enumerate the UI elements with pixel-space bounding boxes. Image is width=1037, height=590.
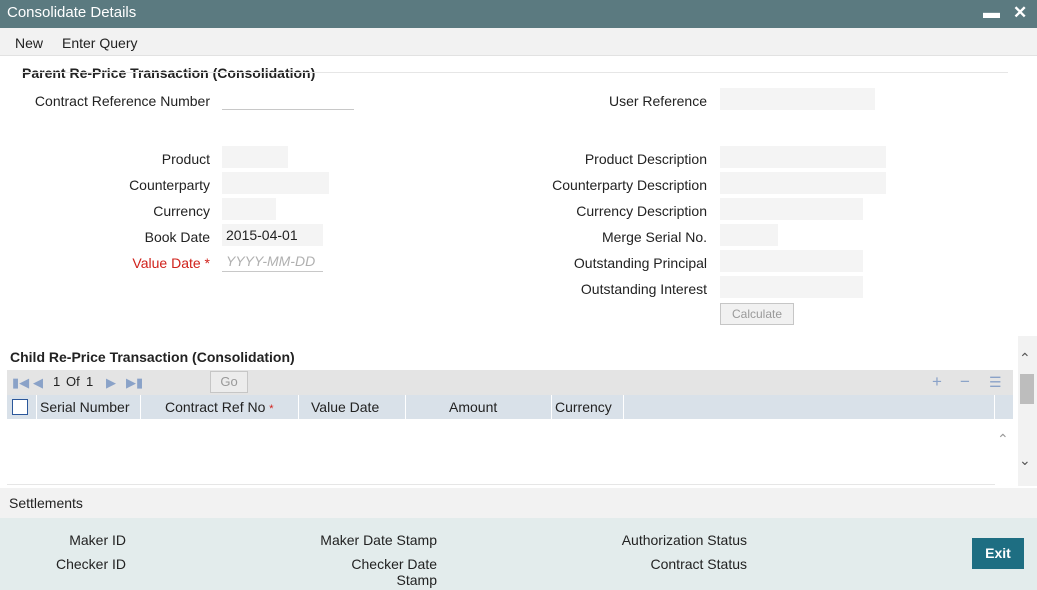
currency-label: Currency — [153, 203, 210, 219]
value-date-label: Value Date * — [132, 255, 210, 271]
currency-desc-label: Currency Description — [576, 203, 707, 219]
col-currency[interactable]: Currency — [552, 395, 624, 419]
menu-enter-query[interactable]: Enter Query — [62, 35, 137, 51]
maker-id-label: Maker ID — [69, 532, 126, 548]
merge-serial-field — [720, 224, 778, 246]
col-contract-ref-no-label: Contract Ref No — [165, 399, 266, 415]
settlements-link[interactable]: Settlements — [9, 495, 83, 511]
contract-ref-label: Contract Reference Number — [34, 93, 210, 109]
pager-current: 1 — [53, 374, 61, 389]
required-marker: * — [204, 255, 210, 271]
next-page-icon[interactable]: ▶ — [106, 375, 116, 391]
authorization-status-label: Authorization Status — [621, 532, 747, 548]
select-all-checkbox[interactable] — [12, 399, 28, 415]
pager-of: Of — [66, 374, 80, 389]
go-button[interactable]: Go — [210, 371, 248, 393]
window-titlebar: Consolidate Details ▬ ✕ — [0, 0, 1037, 28]
scroll-thumb[interactable] — [1020, 374, 1034, 404]
checker-date-stamp-line2: Stamp — [396, 572, 437, 588]
checker-date-stamp-line1: Checker Date — [351, 556, 437, 572]
list-view-icon[interactable]: ☰ — [989, 374, 1002, 391]
col-amount[interactable]: Amount — [406, 395, 552, 419]
col-contract-ref-no[interactable]: Contract Ref No * — [141, 395, 299, 419]
exit-button[interactable]: Exit — [972, 538, 1024, 569]
outstanding-principal-label: Outstanding Principal — [573, 255, 707, 271]
menu-new[interactable]: New — [15, 35, 43, 51]
section-divider — [22, 72, 1008, 73]
contract-status-label: Contract Status — [650, 556, 748, 572]
settlements-bar: Settlements — [0, 488, 1037, 518]
close-icon[interactable]: ✕ — [1013, 3, 1027, 23]
last-page-icon[interactable]: ▶▮ — [126, 375, 143, 391]
outstanding-interest-field — [720, 276, 863, 298]
col-serial-number[interactable]: Serial Number — [37, 395, 141, 419]
outstanding-interest-label: Outstanding Interest — [580, 281, 707, 297]
checker-id-label: Checker ID — [55, 556, 126, 572]
product-field — [222, 146, 288, 168]
first-page-icon[interactable]: ▮◀ — [12, 375, 29, 391]
calculate-button[interactable]: Calculate — [720, 303, 794, 325]
merge-serial-label: Merge Serial No. — [601, 229, 707, 245]
parent-section-title: Parent Re-Price Transaction (Consolidati… — [22, 65, 316, 81]
col-value-date[interactable]: Value Date — [299, 395, 406, 419]
scroll-up-icon[interactable]: ⌃ — [1019, 350, 1031, 367]
child-section-title: Child Re-Price Transaction (Consolidatio… — [10, 349, 295, 365]
product-desc-label: Product Description — [584, 151, 707, 167]
grid-header: Serial Number Contract Ref No * Value Da… — [7, 395, 1013, 419]
counterparty-label: Counterparty — [129, 177, 210, 193]
value-date-label-text: Value Date — [132, 255, 201, 271]
grid-scroll-up-icon[interactable]: ⌃ — [997, 431, 1009, 448]
currency-desc-field — [720, 198, 863, 220]
pager-total: 1 — [86, 374, 94, 389]
checker-date-stamp-label: Checker Date Stamp — [351, 556, 437, 588]
grid-toolbar: ▮◀ ◀ 1 Of 1 ▶ ▶▮ Go + − ☰ — [7, 370, 1013, 395]
book-date-field: 2015-04-01 — [222, 224, 323, 246]
maker-date-stamp-label: Maker Date Stamp — [320, 532, 437, 548]
outstanding-principal-field — [720, 250, 863, 272]
vertical-scrollbar[interactable]: ⌃ ⌄ — [1018, 336, 1037, 486]
plus-icon[interactable]: + — [932, 372, 942, 392]
counterparty-desc-field — [720, 172, 886, 194]
required-marker: * — [269, 403, 274, 415]
prev-page-icon[interactable]: ◀ — [33, 375, 43, 391]
window-title: Consolidate Details — [7, 4, 137, 21]
audit-footer — [0, 518, 1037, 590]
value-date-input[interactable]: YYYY-MM-DD — [222, 250, 323, 272]
contract-ref-input[interactable] — [222, 88, 354, 110]
user-ref-field — [720, 88, 875, 110]
counterparty-desc-label: Counterparty Description — [552, 177, 707, 193]
scroll-down-icon[interactable]: ⌄ — [1019, 452, 1031, 469]
minus-icon[interactable]: − — [960, 372, 970, 392]
book-date-label: Book Date — [144, 229, 210, 245]
col-filler — [624, 395, 995, 419]
select-all-cell — [7, 395, 37, 419]
product-label: Product — [161, 151, 210, 167]
currency-field — [222, 198, 276, 220]
user-ref-label: User Reference — [608, 93, 707, 109]
minimize-icon[interactable]: ▬ — [983, 3, 1000, 23]
product-desc-field — [720, 146, 886, 168]
counterparty-field — [222, 172, 329, 194]
menu-bar: New Enter Query — [0, 28, 1037, 56]
grid-body: ⌃ — [7, 419, 1009, 485]
